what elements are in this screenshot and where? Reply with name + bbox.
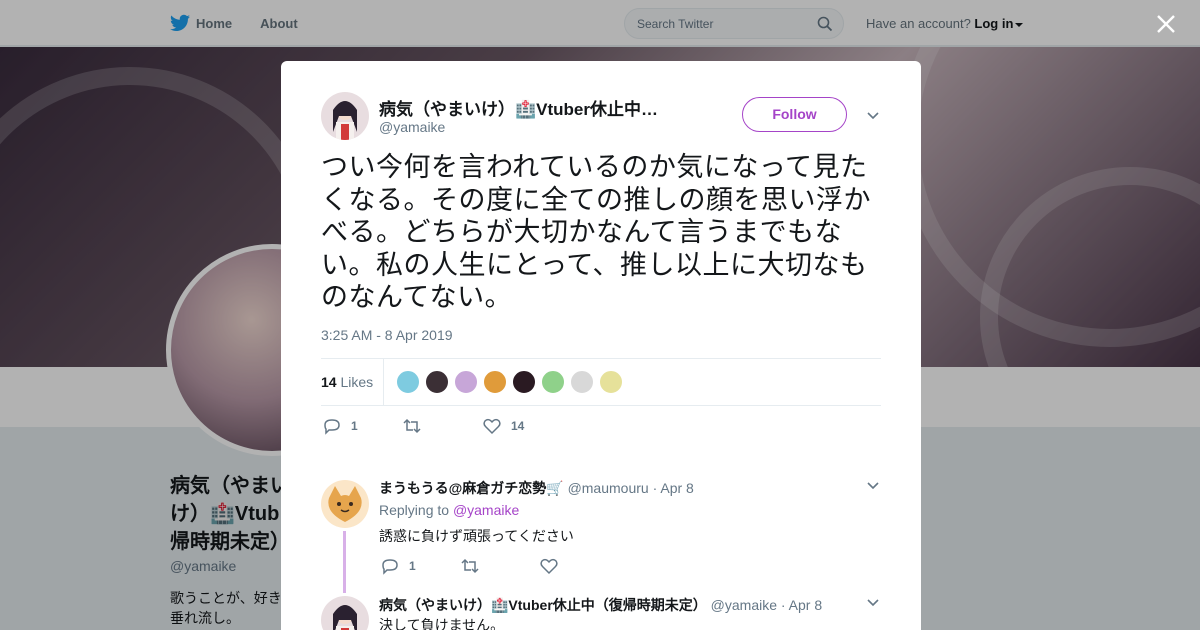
tweet-actions: 1 14 bbox=[321, 417, 621, 437]
like-button[interactable] bbox=[540, 557, 568, 575]
follow-button[interactable]: Follow bbox=[742, 97, 847, 132]
stat-divider bbox=[383, 359, 384, 405]
liker-avatar[interactable] bbox=[396, 370, 420, 394]
thread-line bbox=[343, 531, 346, 593]
heart-icon bbox=[540, 558, 558, 575]
tweet-timestamp[interactable]: 3:25 AM - 8 Apr 2019 bbox=[321, 327, 453, 343]
reply-avatar[interactable] bbox=[321, 596, 369, 630]
chevron-down-icon[interactable] bbox=[867, 482, 879, 490]
likes-count: 14 bbox=[321, 374, 337, 390]
reply-author-handle[interactable]: @yamaike bbox=[711, 597, 777, 613]
heart-icon bbox=[483, 418, 501, 435]
reply-actions: 1 bbox=[379, 557, 679, 577]
reply-header: 病気（やまいけ）🏥Vtuber休止中（復帰時期未定） @yamaike · Ap… bbox=[379, 595, 822, 615]
chevron-down-icon[interactable] bbox=[867, 599, 879, 607]
liker-avatar[interactable] bbox=[512, 370, 536, 394]
likes-stat[interactable]: 14 Likes bbox=[321, 374, 373, 390]
reply-count: 1 bbox=[351, 419, 358, 433]
liker-avatar[interactable] bbox=[541, 370, 565, 394]
reply-author-handle[interactable]: @maumouru bbox=[568, 480, 649, 496]
tweet-modal: 病気（やまいけ）🏥Vtuber休止中… @yamaike Follow つい今何… bbox=[281, 61, 921, 630]
reply-text: 誘惑に負けず頑張ってください bbox=[379, 528, 574, 544]
liker-avatar[interactable] bbox=[599, 370, 623, 394]
reply-button[interactable]: 1 bbox=[323, 417, 358, 435]
author-handle[interactable]: @yamaike bbox=[379, 119, 445, 135]
author-avatar[interactable] bbox=[321, 92, 369, 140]
liker-avatar[interactable] bbox=[454, 370, 478, 394]
close-icon[interactable] bbox=[1154, 12, 1178, 36]
liker-avatar[interactable] bbox=[483, 370, 507, 394]
tweet-stats: 14 Likes bbox=[321, 358, 881, 406]
like-count: 14 bbox=[511, 419, 525, 433]
likes-label: Likes bbox=[340, 374, 374, 390]
retweet-icon bbox=[461, 558, 479, 574]
replying-to: Replying to @yamaike bbox=[379, 502, 519, 518]
like-button[interactable]: 14 bbox=[483, 417, 524, 435]
reply-count: 1 bbox=[409, 559, 416, 573]
reply-button[interactable]: 1 bbox=[381, 557, 416, 575]
retweet-icon bbox=[403, 418, 421, 434]
reply-icon bbox=[324, 419, 340, 435]
liker-avatar[interactable] bbox=[425, 370, 449, 394]
reply-date[interactable]: · Apr 8 bbox=[653, 480, 694, 496]
retweet-button[interactable] bbox=[402, 417, 432, 435]
retweet-button[interactable] bbox=[460, 557, 490, 575]
tweet-text: つい今何を言われているのか気になって見たくなる。その度に全ての推しの顔を思い浮か… bbox=[321, 152, 871, 312]
reply-author-name[interactable]: 病気（やまいけ）🏥Vtuber休止中（復帰時期未定） bbox=[379, 597, 707, 613]
chevron-down-icon[interactable] bbox=[867, 112, 879, 120]
reply-date[interactable]: · Apr 8 bbox=[781, 597, 822, 613]
reply-icon bbox=[382, 559, 398, 575]
replying-to-label: Replying to bbox=[379, 502, 450, 518]
reply-avatar[interactable] bbox=[321, 480, 369, 528]
replying-to-link[interactable]: @yamaike bbox=[453, 502, 519, 518]
reply-header: まうもうる@麻倉ガチ恋勢🛒 @maumouru · Apr 8 bbox=[379, 478, 694, 498]
liker-avatar[interactable] bbox=[570, 370, 594, 394]
author-name[interactable]: 病気（やまいけ）🏥Vtuber休止中… bbox=[379, 95, 684, 120]
reply-author-name[interactable]: まうもうる@麻倉ガチ恋勢🛒 bbox=[379, 480, 564, 496]
reply-text: 決して負けません。 bbox=[379, 617, 505, 630]
